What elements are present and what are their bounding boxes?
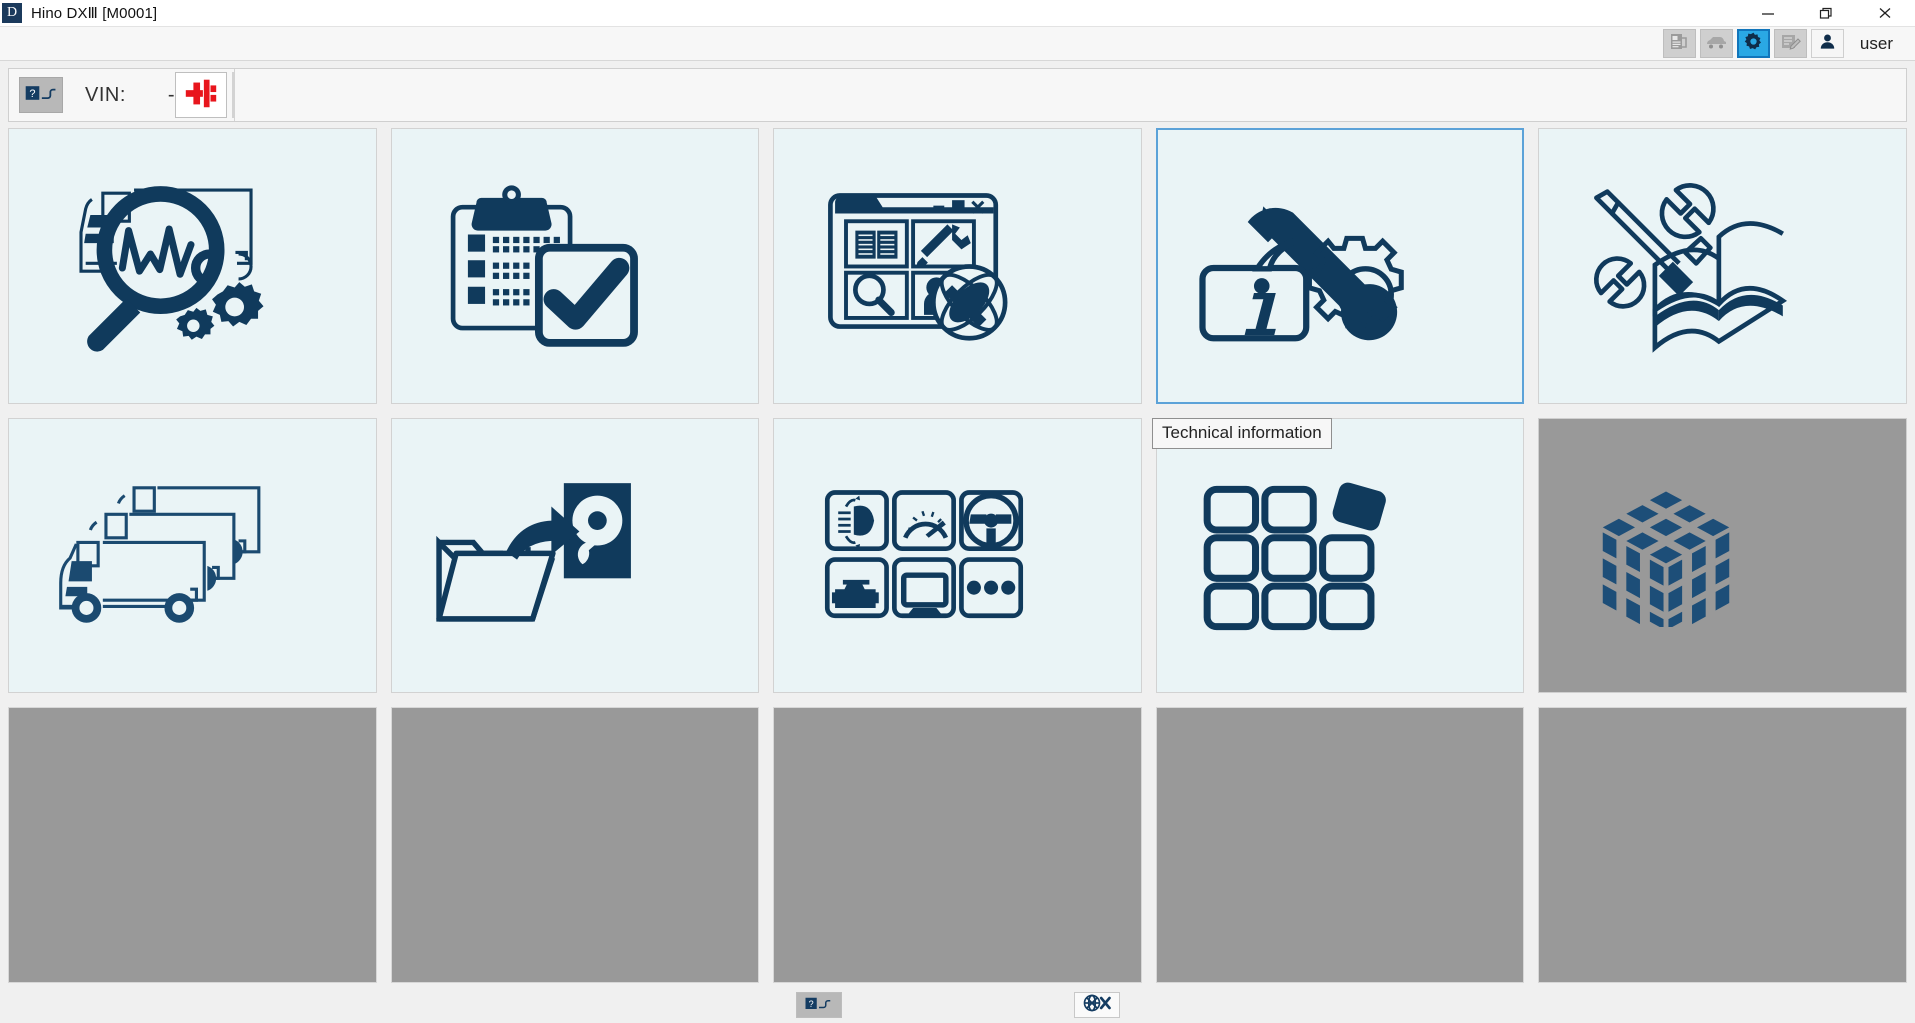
toolbar-user-button[interactable]: [1810, 29, 1844, 58]
technical-information-tile[interactable]: [1155, 128, 1525, 404]
vin-bar: ? VIN: -: [8, 68, 1907, 122]
vehicle-diagnosis-tile[interactable]: [8, 128, 377, 404]
top-toolbar: user: [0, 27, 1915, 61]
app-icon: D: [2, 3, 22, 23]
function-tile-grid: [0, 128, 1915, 987]
info-wrench-gear-icon: [1190, 176, 1490, 355]
vehicle-selection-tile[interactable]: [8, 417, 377, 694]
truck-magnifier-waveform-gears-icon: [42, 176, 342, 355]
vin-connection-status-button[interactable]: ?: [19, 77, 63, 113]
vin-value: -: [167, 83, 175, 106]
systems-grid-icon: [807, 466, 1107, 645]
toolbar-edit-note-button[interactable]: [1773, 29, 1807, 58]
connector-unknown-icon: ?: [802, 994, 836, 1017]
empty-tile-5: [1538, 707, 1907, 983]
status-connection-button[interactable]: ?: [795, 992, 842, 1018]
empty-tile-1: [8, 707, 377, 983]
vehicle-connection-button[interactable]: [174, 72, 227, 118]
edit-note-icon: [1780, 32, 1801, 56]
globe-offline-icon: [1080, 993, 1114, 1018]
tools-open-book-icon: [1573, 176, 1873, 355]
vin-bar-wrapper: ? VIN: -: [0, 61, 1915, 128]
minimize-button[interactable]: [1739, 0, 1797, 27]
tile-grid-detached-icon: [1190, 466, 1490, 645]
user-icon: [1818, 32, 1837, 56]
title-bar: D Hino DXⅢ [M0001]: [0, 0, 1915, 27]
vin-extra-area: [233, 69, 1906, 121]
inspection-checklist-tile[interactable]: [390, 128, 760, 404]
connector-disconnected-icon: [182, 74, 220, 117]
empty-tile-2: [390, 707, 760, 983]
browser-window-globe-icon: [807, 176, 1107, 355]
data-cube-tile: [1538, 417, 1907, 694]
vin-label: VIN:: [85, 83, 126, 106]
toolbar-settings-button[interactable]: [1736, 29, 1770, 58]
gear-icon: [1743, 31, 1764, 57]
three-trucks-icon: [42, 466, 342, 645]
clipboard-checkmark-icon: [425, 176, 725, 355]
connector-unknown-icon: ?: [24, 82, 58, 109]
isometric-cube-icon: [1573, 484, 1873, 627]
restore-button[interactable]: [1797, 0, 1855, 27]
status-network-button[interactable]: [1073, 992, 1120, 1018]
window-title: Hino DXⅢ [M0001]: [31, 5, 158, 22]
close-button[interactable]: [1855, 0, 1915, 27]
tooltip: Technical information: [1152, 418, 1332, 449]
window-controls: [1739, 0, 1915, 27]
module-manager-tile[interactable]: [1155, 417, 1525, 694]
vehicle-icon: [1705, 32, 1727, 56]
empty-tile-3: [773, 707, 1142, 983]
toolbar-report-button[interactable]: [1662, 29, 1696, 58]
application-window: D Hino DXⅢ [M0001] user ? VIN: - Technic…: [0, 0, 1915, 1023]
report-icon: [1669, 32, 1689, 56]
toolbar-vehicle-button[interactable]: [1699, 29, 1733, 58]
web-portal-tile[interactable]: [773, 128, 1142, 404]
svg-text:?: ?: [29, 88, 35, 100]
svg-text:?: ?: [808, 998, 813, 1008]
empty-tile-4: [1155, 707, 1525, 983]
data-backup-tile[interactable]: [390, 417, 760, 694]
folder-arrow-harddisk-icon: [425, 466, 725, 645]
status-bar: ?: [0, 987, 1915, 1023]
service-manual-tile[interactable]: [1538, 128, 1907, 404]
username-label: user: [1859, 33, 1893, 53]
ecu-systems-tile[interactable]: [773, 417, 1142, 694]
